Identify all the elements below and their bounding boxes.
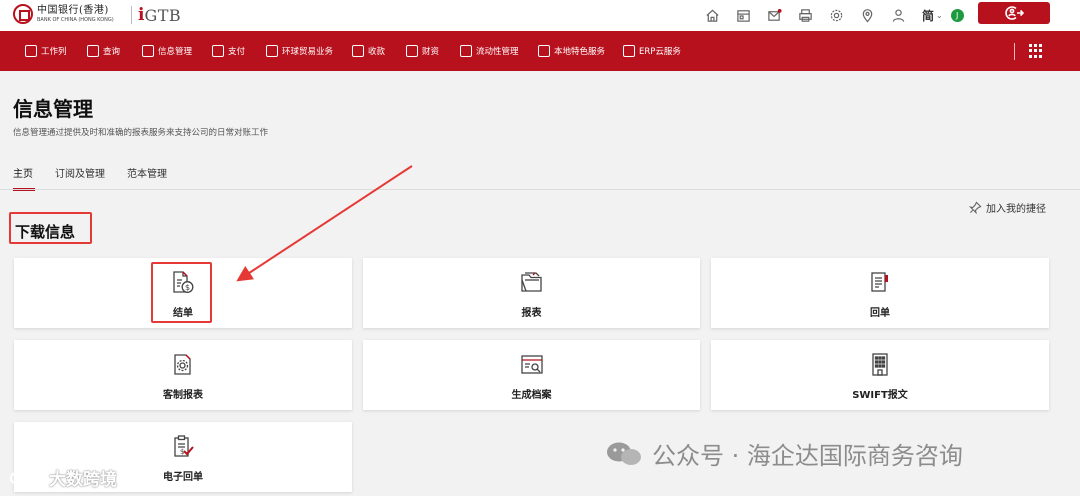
settings-icon[interactable] <box>827 6 845 24</box>
logout-icon <box>1005 6 1024 20</box>
search-icon <box>87 45 99 57</box>
card-label: 回单 <box>870 308 890 319</box>
boc-logo-mark <box>13 4 33 24</box>
file-search-icon <box>517 351 547 379</box>
nav-item-label: ERP云服务 <box>639 47 681 57</box>
page-description: 信息管理通过提供及时和准确的报表服务来支持公司的日常对账工作 <box>13 128 269 138</box>
card-label: 电子回单 <box>163 472 203 483</box>
pin-icon <box>969 201 982 214</box>
igtb-logo-text: GTB <box>144 5 182 25</box>
payment-icon <box>212 45 224 57</box>
user-status-avatar[interactable]: J <box>950 8 964 22</box>
card-report[interactable]: 报表 <box>363 258 700 328</box>
watermark-right: 公众号 · 海企达国际商务咨询 <box>604 436 963 471</box>
nav-item-info-management[interactable]: 信息管理 <box>142 31 192 71</box>
nav-item-worklist[interactable]: 工作列 <box>25 31 67 71</box>
card-custom-report[interactable]: 客制报表 <box>14 340 352 410</box>
annotation-highlight-box <box>151 262 212 323</box>
annotation-highlight-box <box>9 212 92 244</box>
bank-logo[interactable]: 中国银行(香港) BANK OF CHINA (HONG KONG) <box>13 4 114 24</box>
e-receipt-check-icon: $ <box>168 433 198 461</box>
bank-building-icon <box>538 45 550 57</box>
card-label: SWIFT报文 <box>852 390 908 401</box>
receipt-icon <box>865 269 895 297</box>
page-tabs: 主页 订阅及管理 范本管理 <box>13 165 189 191</box>
bank-name-cn: 中国银行(香港) <box>37 4 109 16</box>
nav-item-treasury[interactable]: 财资 <box>406 31 439 71</box>
location-icon[interactable] <box>858 6 876 24</box>
nav-item-label: 支付 <box>228 47 246 57</box>
card-label: 报表 <box>521 308 542 319</box>
treasury-icon <box>406 45 418 57</box>
tab-divider <box>0 189 1080 190</box>
bank-name-en: BANK OF CHINA (HONG KONG) <box>37 16 114 23</box>
card-label: 客制报表 <box>163 390 203 401</box>
folder-report-icon <box>517 269 547 297</box>
page-title: 信息管理 <box>13 97 93 121</box>
nav-item-inquiry[interactable]: 查询 <box>87 31 120 71</box>
card-generate-file[interactable]: 生成档案 <box>363 340 700 410</box>
nav-item-label: 环球贸易业务 <box>282 47 334 57</box>
chevron-down-icon[interactable]: ⌄ <box>936 11 943 20</box>
briefcase-icon <box>25 45 37 57</box>
liquidity-icon <box>460 45 472 57</box>
nav-item-local-services[interactable]: 本地特色服务 <box>538 31 605 71</box>
nav-item-label: 财资 <box>422 47 440 57</box>
igtb-logo[interactable]: i GTB <box>138 5 181 25</box>
app-grid-icon[interactable] <box>1029 44 1043 58</box>
nav-item-payment[interactable]: 支付 <box>212 31 245 71</box>
card-label: 生成档案 <box>511 390 552 401</box>
folder-icon <box>142 45 154 57</box>
nav-item-label: 本地特色服务 <box>554 47 606 57</box>
watermark-right-text: 公众号 · 海企达国际商务咨询 <box>652 442 963 470</box>
printer-icon[interactable] <box>796 6 814 24</box>
home-icon[interactable] <box>703 6 721 24</box>
nav-item-erp-cloud[interactable]: ERP云服务 <box>623 31 681 71</box>
nav-item-label: 收款 <box>368 47 386 57</box>
nav-item-global-trade[interactable]: 环球贸易业务 <box>266 31 333 71</box>
nav-item-label: 流动性管理 <box>476 47 519 57</box>
add-shortcut-button[interactable]: 加入我的捷径 <box>969 200 1046 215</box>
nav-item-label: 工作列 <box>41 47 67 57</box>
swift-building-icon <box>865 351 895 379</box>
watermark-left-text: 大数跨境 <box>49 470 117 490</box>
brand-logo-icon <box>10 468 42 484</box>
language-selector[interactable]: 简 <box>922 7 934 24</box>
nav-item-label: 信息管理 <box>158 47 193 57</box>
card-receipt[interactable]: 回单 <box>711 258 1049 328</box>
calendar-icon[interactable] <box>734 6 752 24</box>
globe-trade-icon <box>266 45 278 57</box>
nav-divider <box>1014 43 1015 60</box>
add-shortcut-label: 加入我的捷径 <box>986 204 1046 215</box>
logo-divider <box>131 6 132 24</box>
watermark-left: 大数跨境 <box>8 465 117 490</box>
tab-template-management[interactable]: 范本管理 <box>127 165 167 188</box>
top-header: 中国银行(香港) BANK OF CHINA (HONG KONG) i GTB… <box>0 0 1080 31</box>
logout-button[interactable] <box>978 2 1050 24</box>
main-navigation: 工作列 查询 信息管理 支付 环球贸易业务 收款 财资 流动性管理 本地特色服务… <box>0 31 1080 71</box>
tab-home[interactable]: 主页 <box>13 165 35 191</box>
mail-icon[interactable] <box>765 6 783 24</box>
receive-icon <box>352 45 364 57</box>
custom-report-gear-icon <box>168 351 198 379</box>
wechat-icon <box>607 442 641 465</box>
erp-icon <box>623 45 635 57</box>
card-swift-message[interactable]: SWIFT报文 <box>711 340 1049 410</box>
tab-subscription[interactable]: 订阅及管理 <box>55 165 105 188</box>
user-icon[interactable] <box>889 6 907 24</box>
nav-item-liquidity[interactable]: 流动性管理 <box>460 31 519 71</box>
nav-item-collection[interactable]: 收款 <box>352 31 385 71</box>
nav-item-label: 查询 <box>103 47 121 57</box>
